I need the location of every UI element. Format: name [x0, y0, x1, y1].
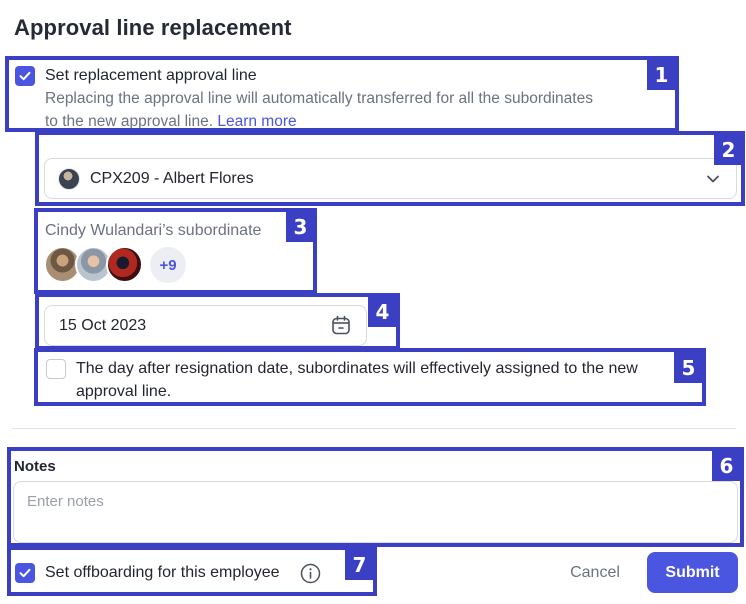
annotation-badge-1: 1: [647, 59, 676, 90]
page-title: Approval line replacement: [14, 15, 292, 40]
annotation-box-3: [34, 208, 317, 294]
annotation-badge-4: 4: [368, 296, 397, 327]
annotation-box-6: [7, 447, 744, 547]
annotation-box-4: [35, 293, 400, 350]
annotation-badge-6: 6: [712, 450, 741, 481]
annotation-box-7: [7, 546, 377, 596]
annotation-badge-2: 2: [714, 134, 743, 165]
annotation-badge-7: 7: [345, 549, 374, 580]
annotation-badge-3: 3: [286, 211, 315, 242]
cancel-button[interactable]: Cancel: [558, 556, 632, 590]
annotation-badge-5: 5: [674, 352, 703, 383]
annotation-box-1: [5, 56, 679, 132]
submit-button[interactable]: Submit: [647, 552, 738, 593]
annotation-box-5: [34, 348, 706, 406]
section-divider: [12, 428, 736, 429]
annotation-box-2: [35, 131, 745, 206]
